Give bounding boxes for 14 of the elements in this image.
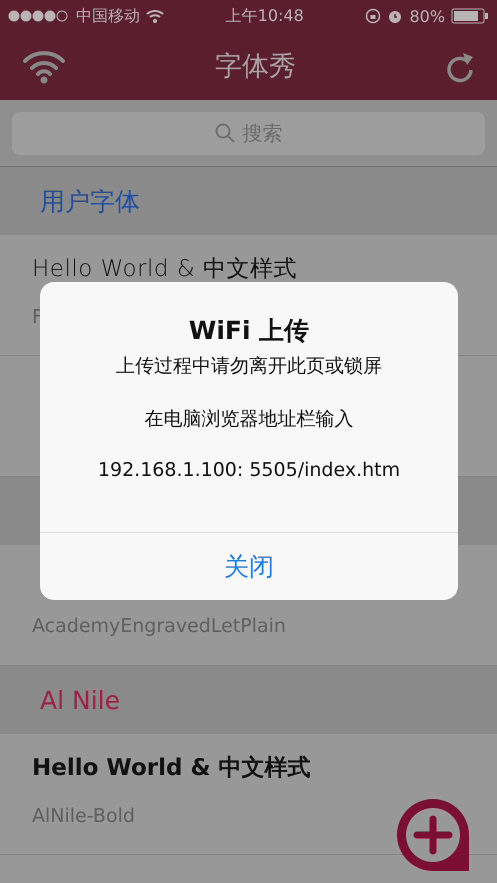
app-title: 字体秀 [215, 50, 296, 84]
dialog-message: 上传过程中请勿离开此页或锁屏 [116, 354, 382, 379]
font-name: AlNile-Bold [32, 805, 136, 827]
status-time: 上午10:48 [226, 6, 304, 26]
dialog-message: 在电脑浏览器地址栏输入 [144, 407, 354, 432]
battery-percent: 80% [409, 6, 446, 26]
section-title: 用户字体 [40, 186, 140, 218]
font-sample: Hello World & 中文样式 [32, 255, 298, 284]
section-title: Al Nile [40, 686, 120, 714]
font-sample: Hello World & 中文样式 [32, 754, 312, 783]
carrier-name: 中国移动 [76, 6, 140, 26]
dialog-title: WiFi 上传 [188, 315, 310, 347]
font-name: AcademyEngravedLetPlain [32, 615, 287, 637]
dialog-message: 192.168.1.100: 5505/index.htm [98, 459, 400, 481]
